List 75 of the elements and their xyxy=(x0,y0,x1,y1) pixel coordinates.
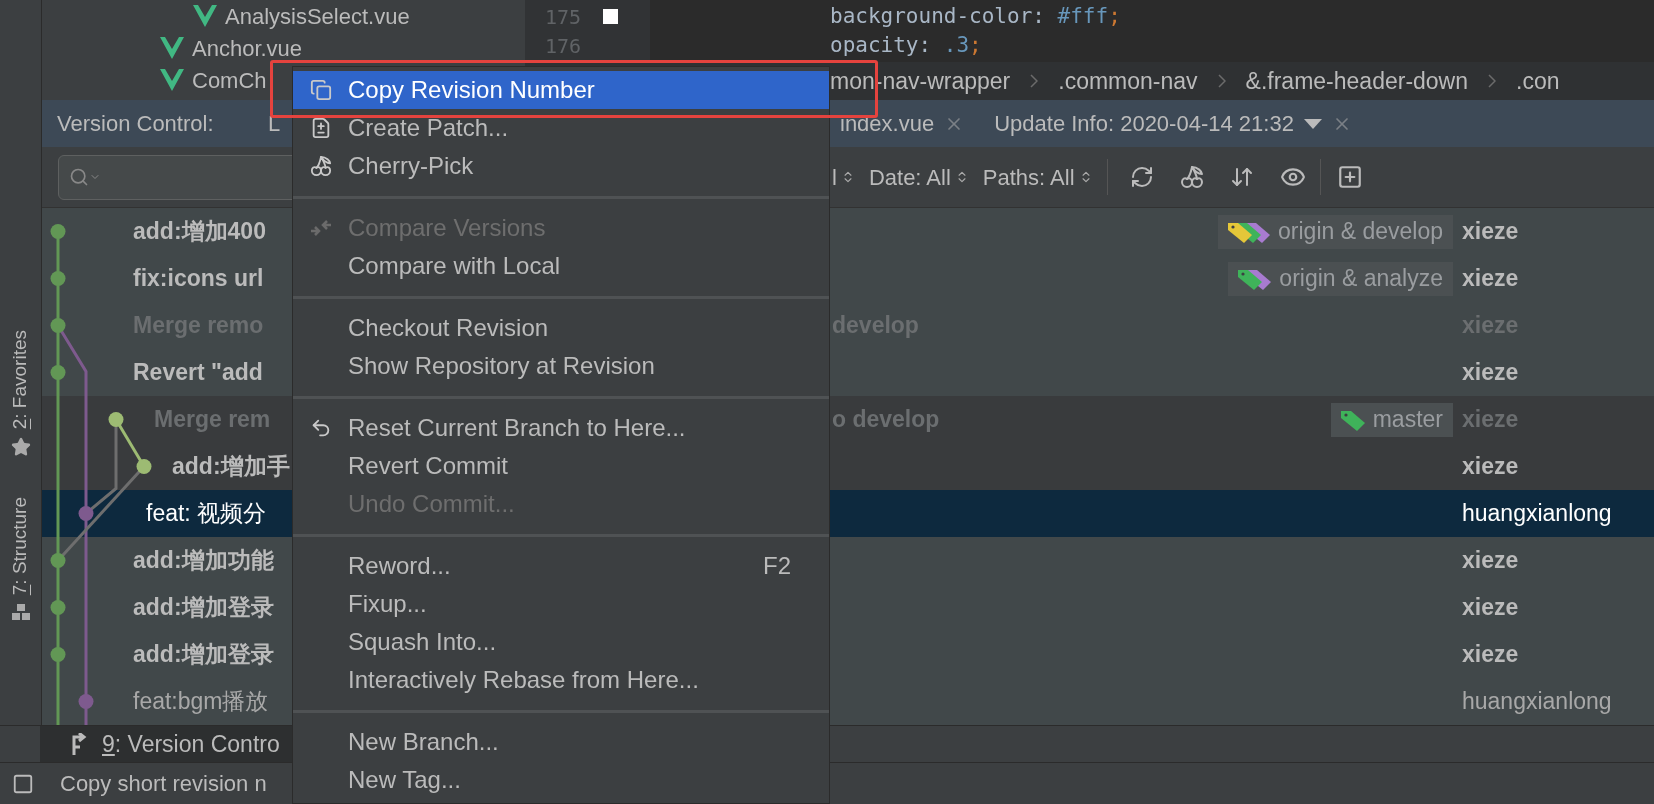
commit-author: xieze xyxy=(1462,265,1519,292)
commit-message: feat: 视频分 xyxy=(146,500,267,527)
commit-message: feat:bgm播放 xyxy=(133,688,269,715)
tab[interactable]: index.vue xyxy=(840,107,985,140)
breadcrumb[interactable]: .con xyxy=(1516,63,1560,99)
commit-node xyxy=(50,271,66,286)
menu-item[interactable]: Create Patch... xyxy=(293,109,829,147)
cherry-icon[interactable] xyxy=(1179,165,1204,189)
commit-message: add:增加功能 xyxy=(133,547,274,574)
commit-message: Revert "add xyxy=(133,359,263,386)
commit-node xyxy=(78,506,94,521)
menu-item[interactable]: Checkout Revision xyxy=(293,309,829,347)
commit-message: fix:icons url xyxy=(133,265,264,292)
commit-node xyxy=(50,647,66,662)
menu-item[interactable]: Fixup... xyxy=(293,585,829,623)
menu-item[interactable]: Revert Commit xyxy=(293,447,829,485)
structure-icon xyxy=(11,603,30,620)
file-name[interactable]: Anchor.vue xyxy=(192,31,303,65)
branch-label: master xyxy=(1330,402,1453,437)
commit-author: xieze xyxy=(1462,641,1519,668)
vue-file-icon xyxy=(193,5,217,27)
menu-item[interactable]: Copy Revision Number xyxy=(293,71,829,109)
cherry-icon xyxy=(309,155,332,177)
commit-message: add:增加手 xyxy=(172,453,290,480)
commit-author: xieze xyxy=(1462,359,1519,386)
status-text: Copy short revision n xyxy=(60,770,267,798)
commit-author: huangxianlong xyxy=(1462,500,1612,527)
window-icon[interactable] xyxy=(12,772,34,795)
filter-dropdown[interactable]: l xyxy=(832,160,855,194)
commit-author: xieze xyxy=(1462,594,1519,621)
filter-dropdown[interactable]: Paths: All xyxy=(982,160,1093,194)
commit-node xyxy=(50,553,66,568)
file-name[interactable]: ComCh xyxy=(192,63,267,97)
filter-dropdown[interactable]: Date: All xyxy=(868,160,969,194)
commit-node xyxy=(136,459,152,474)
branch-label: origin & develop xyxy=(1218,214,1453,249)
commit-message: add:增加登录 xyxy=(133,594,274,621)
breadcrumb[interactable]: &.frame-header-down xyxy=(1245,63,1469,99)
code-line: background-color: #fff; xyxy=(830,2,1122,30)
commit-author: xieze xyxy=(1462,453,1519,480)
copy-icon xyxy=(309,79,332,101)
star-icon xyxy=(10,437,31,458)
breadcrumb[interactable]: .common-nav xyxy=(1058,63,1198,99)
commit-node xyxy=(50,365,66,380)
tool-window-tab[interactable]: 7: Structure xyxy=(6,497,35,596)
commit-node xyxy=(108,412,124,427)
dropdown-icon xyxy=(1303,118,1322,129)
code-line: opacity: .3; xyxy=(830,31,983,59)
search-icon xyxy=(69,167,89,187)
sort-icon[interactable] xyxy=(1229,165,1254,189)
vue-file-icon xyxy=(160,69,184,91)
tool-window-title: Version Control: xyxy=(56,110,215,138)
menu-item[interactable]: Cherry-Pick xyxy=(293,147,829,185)
commit-message: add:增加400 xyxy=(133,218,266,245)
commit-message: add:增加登录 xyxy=(133,641,274,668)
commit-author: xieze xyxy=(1462,218,1519,245)
file-name[interactable]: AnalysisSelect.vue xyxy=(225,0,410,33)
commit-node xyxy=(50,600,66,615)
menu-item[interactable]: Show Repository at Revision xyxy=(293,347,829,385)
branch-label: origin & analyze xyxy=(1228,261,1453,296)
commit-node xyxy=(50,318,66,333)
commit-node xyxy=(78,694,94,709)
commit-author: xieze xyxy=(1462,547,1519,574)
refresh-icon[interactable] xyxy=(1129,165,1154,189)
vue-file-icon xyxy=(160,37,184,59)
chevron-icon xyxy=(1488,74,1497,88)
menu-item[interactable]: New Tag... xyxy=(293,761,829,799)
commit-node xyxy=(50,224,66,239)
chevron-icon xyxy=(1217,74,1226,88)
tool-window-tab[interactable]: 2: Favorites xyxy=(6,330,35,430)
chevron-icon xyxy=(1030,74,1039,88)
menu-item[interactable]: Reword... F2 xyxy=(293,547,829,585)
commit-author: huangxianlong xyxy=(1462,688,1612,715)
tab[interactable]: Update Info: 2020-04-14 21:32 xyxy=(984,107,1352,140)
add-icon[interactable] xyxy=(1336,164,1363,190)
